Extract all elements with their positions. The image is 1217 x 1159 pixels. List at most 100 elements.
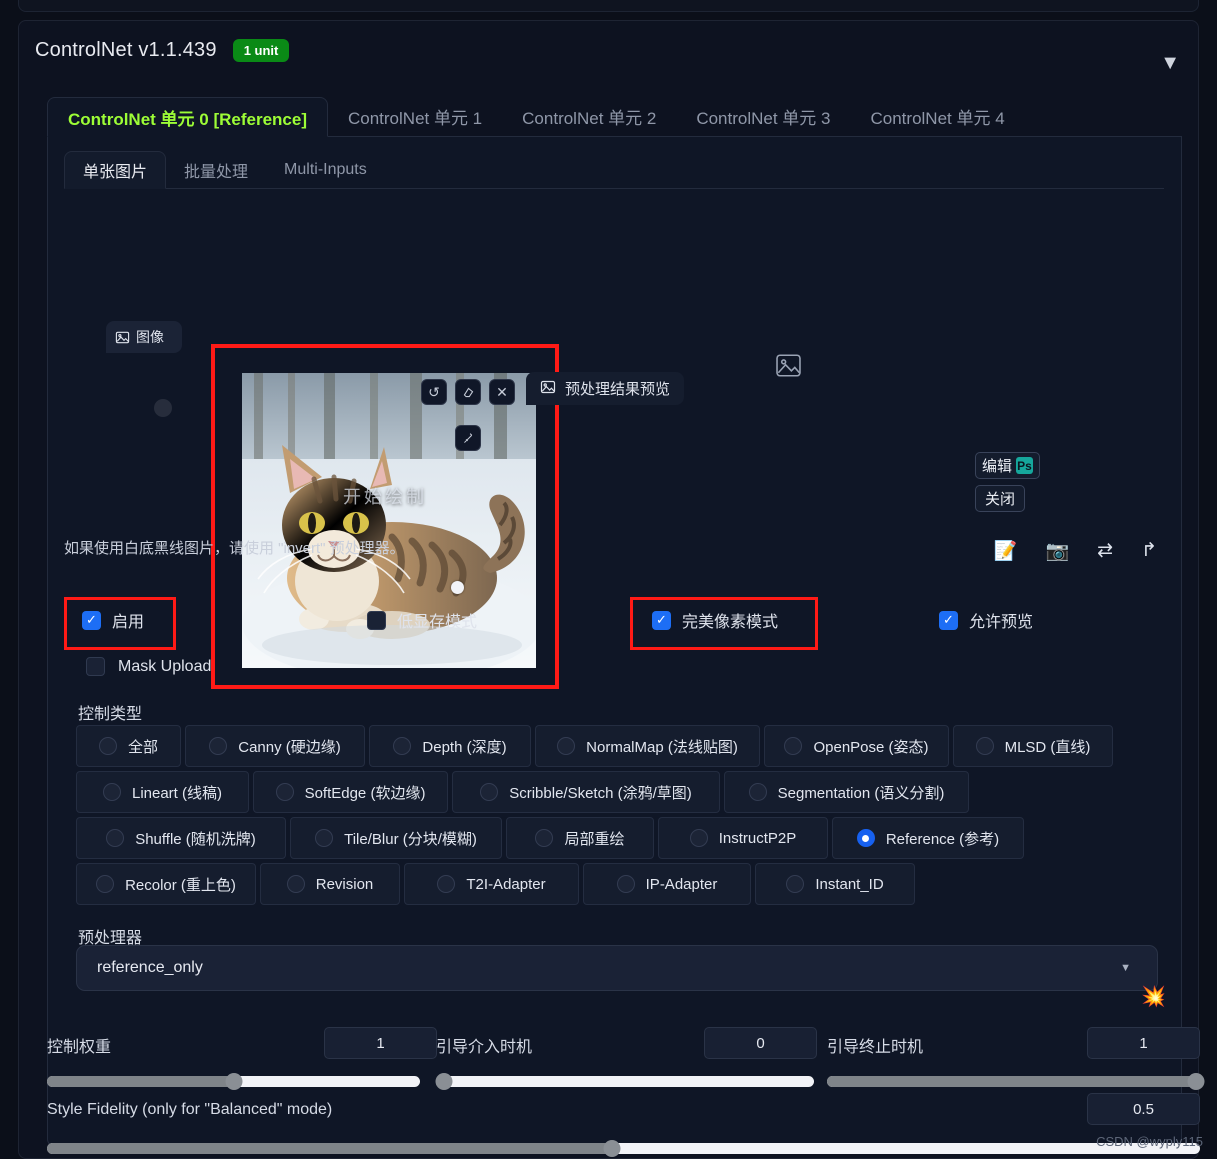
radio-icon[interactable] — [393, 737, 412, 755]
radio-tile-blur[interactable]: Tile/Blur (分块/模糊) — [290, 817, 502, 859]
control-type-row: Shuffle (随机洗牌) Tile/Blur (分块/模糊) 局部重绘 In… — [76, 817, 1154, 859]
radio-shuffle[interactable]: Shuffle (随机洗牌) — [76, 817, 286, 859]
radio-icon[interactable] — [786, 875, 805, 893]
explosion-icon[interactable]: 💥 — [1141, 984, 1166, 1009]
open-new-canvas-icon[interactable]: 📝 — [994, 539, 1018, 563]
tab-controlnet-unit-3[interactable]: ControlNet 单元 3 — [676, 97, 850, 136]
eraser-icon[interactable] — [455, 379, 481, 405]
radio-icon[interactable] — [784, 737, 803, 755]
tab-single-image[interactable]: 单张图片 — [64, 151, 167, 189]
pointer-highlight — [154, 399, 172, 417]
checkbox-pixel-perfect-box[interactable]: ✓ — [652, 610, 671, 630]
radio-revision[interactable]: Revision — [260, 863, 400, 905]
radio-segmentation[interactable]: Segmentation (语义分割) — [724, 771, 969, 813]
radio-t2i-adapter[interactable]: T2I-Adapter — [404, 863, 579, 905]
radio-icon[interactable] — [106, 829, 125, 847]
radio-icon[interactable] — [286, 875, 305, 893]
radio-label: IP-Adapter — [645, 875, 718, 893]
radio-icon[interactable] — [616, 875, 635, 893]
radio-reference[interactable]: Reference (参考) — [832, 817, 1024, 859]
guidance-end-value[interactable]: 1 — [1087, 1027, 1200, 1059]
magic-wand-icon[interactable] — [455, 425, 481, 451]
radio-label: T2I-Adapter — [466, 875, 546, 893]
radio-icon[interactable] — [209, 737, 228, 755]
radio-instructp2p[interactable]: InstructP2P — [658, 817, 828, 859]
radio-inpaint[interactable]: 局部重绘 — [506, 817, 654, 859]
checkbox-pixel-perfect-label: 完美像素模式 — [682, 614, 779, 631]
radio-scribble-sketch[interactable]: Scribble/Sketch (涂鸦/草图) — [452, 771, 720, 813]
checkbox-allow-preview-box[interactable]: ✓ — [939, 610, 958, 630]
checkbox-low-vram-box[interactable] — [367, 610, 386, 630]
radio-icon[interactable] — [975, 737, 994, 755]
checkbox-mask-upload-box[interactable] — [86, 657, 105, 676]
radio-icon[interactable] — [437, 875, 456, 893]
control-weight-value[interactable]: 1 — [324, 1027, 437, 1059]
checkbox-pixel-perfect[interactable]: ✓ 完美像素模式 — [652, 608, 778, 632]
radio-icon[interactable] — [748, 783, 767, 801]
checkbox-enable-box[interactable]: ✓ — [82, 610, 101, 630]
guidance-end-slider[interactable] — [827, 1073, 1205, 1090]
radio-normalmap[interactable]: NormalMap (法线贴图) — [535, 725, 760, 767]
radio-label: SoftEdge (软边缘) — [304, 784, 426, 802]
checkbox-low-vram-label: 低显存模式 — [397, 614, 478, 631]
tab-multi-inputs[interactable]: Multi-Inputs — [266, 151, 385, 188]
close-editor-button[interactable]: 关闭 — [975, 485, 1026, 512]
undo-icon[interactable]: ↺ — [421, 379, 447, 405]
radio-icon[interactable] — [856, 829, 875, 847]
radio-icon[interactable] — [102, 783, 121, 801]
radio-openpose[interactable]: OpenPose (姿态) — [764, 725, 949, 767]
checkbox-enable[interactable]: ✓ 启用 — [82, 608, 144, 632]
radio-icon[interactable] — [689, 829, 708, 847]
radio-icon[interactable] — [535, 829, 554, 847]
checkbox-low-vram[interactable]: 低显存模式 — [367, 608, 477, 632]
radio-icon[interactable] — [315, 829, 334, 847]
image-source-chip[interactable]: 图像 — [106, 321, 182, 353]
tab-controlnet-unit-4[interactable]: ControlNet 单元 4 — [851, 97, 1025, 136]
radio-label: 局部重绘 — [564, 830, 625, 848]
guidance-start-slider[interactable] — [435, 1073, 814, 1090]
control-weight-slider[interactable] — [47, 1073, 420, 1090]
radio-lineart[interactable]: Lineart (线稿) — [76, 771, 249, 813]
radio-icon[interactable] — [557, 737, 576, 755]
webcam-icon[interactable]: 📷 — [1045, 539, 1069, 563]
canvas-overlay-text: 开始绘制 — [343, 487, 427, 508]
send-dimensions-icon[interactable]: ↱ — [1141, 539, 1157, 563]
radio-icon[interactable] — [275, 783, 294, 801]
edit-in-photoshop-button[interactable]: 编辑 Ps — [975, 452, 1041, 479]
tab-batch-process[interactable]: 批量处理 — [166, 151, 266, 188]
tab-controlnet-unit-2[interactable]: ControlNet 单元 2 — [502, 97, 676, 136]
close-icon[interactable]: ✕ — [489, 379, 515, 405]
radio-depth[interactable]: Depth (深度) — [369, 725, 531, 767]
control-type-row: Recolor (重上色) Revision T2I-Adapter IP-Ad… — [76, 863, 1154, 905]
radio-label: 全部 — [127, 738, 158, 756]
tab-controlnet-unit-0[interactable]: ControlNet 单元 0 [Reference] — [47, 97, 328, 137]
control-type-row: Lineart (线稿) SoftEdge (软边缘) Scribble/Ske… — [76, 771, 1154, 813]
preprocess-preview-chip[interactable]: 预处理结果预览 — [526, 372, 685, 405]
guidance-start-value[interactable]: 0 — [704, 1027, 817, 1059]
radio-softedge[interactable]: SoftEdge (软边缘) — [253, 771, 448, 813]
radio-icon[interactable] — [96, 875, 115, 893]
input-mode-tabs: 单张图片 批量处理 Multi-Inputs — [64, 151, 1164, 189]
radio-icon[interactable] — [98, 737, 117, 755]
style-fidelity-slider[interactable] — [47, 1140, 1200, 1157]
chevron-down-icon[interactable]: ▼ — [1160, 53, 1180, 73]
swap-dimensions-icon[interactable]: ⇄ — [1097, 539, 1113, 563]
radio-label: Recolor (重上色) — [125, 876, 236, 894]
style-fidelity-value[interactable]: 0.5 — [1087, 1093, 1200, 1125]
checkbox-mask-upload[interactable]: Mask Upload — [86, 657, 211, 676]
chevron-down-icon[interactable]: ▼ — [1120, 962, 1131, 974]
image-action-icons: 📝 📷 ⇄ ↱ — [994, 539, 1157, 563]
radio-icon[interactable] — [480, 783, 499, 801]
tab-controlnet-unit-1[interactable]: ControlNet 单元 1 — [328, 97, 502, 136]
preprocessor-select[interactable]: reference_only ▼ — [76, 945, 1158, 991]
radio-mlsd[interactable]: MLSD (直线) — [953, 725, 1113, 767]
checkbox-allow-preview[interactable]: ✓ 允许预览 — [939, 608, 1033, 632]
edit-button-label: 编辑 — [982, 458, 1013, 475]
radio-recolor[interactable]: Recolor (重上色) — [76, 863, 256, 905]
radio-ip-adapter[interactable]: IP-Adapter — [583, 863, 751, 905]
radio-instant-id[interactable]: Instant_ID — [755, 863, 915, 905]
radio-all[interactable]: 全部 — [76, 725, 181, 767]
radio-canny[interactable]: Canny (硬边缘) — [185, 725, 365, 767]
panel-header: ControlNet v1.1.439 1 unit — [19, 21, 1198, 79]
control-type-row: 全部 Canny (硬边缘) Depth (深度) NormalMap (法线贴… — [76, 725, 1154, 767]
